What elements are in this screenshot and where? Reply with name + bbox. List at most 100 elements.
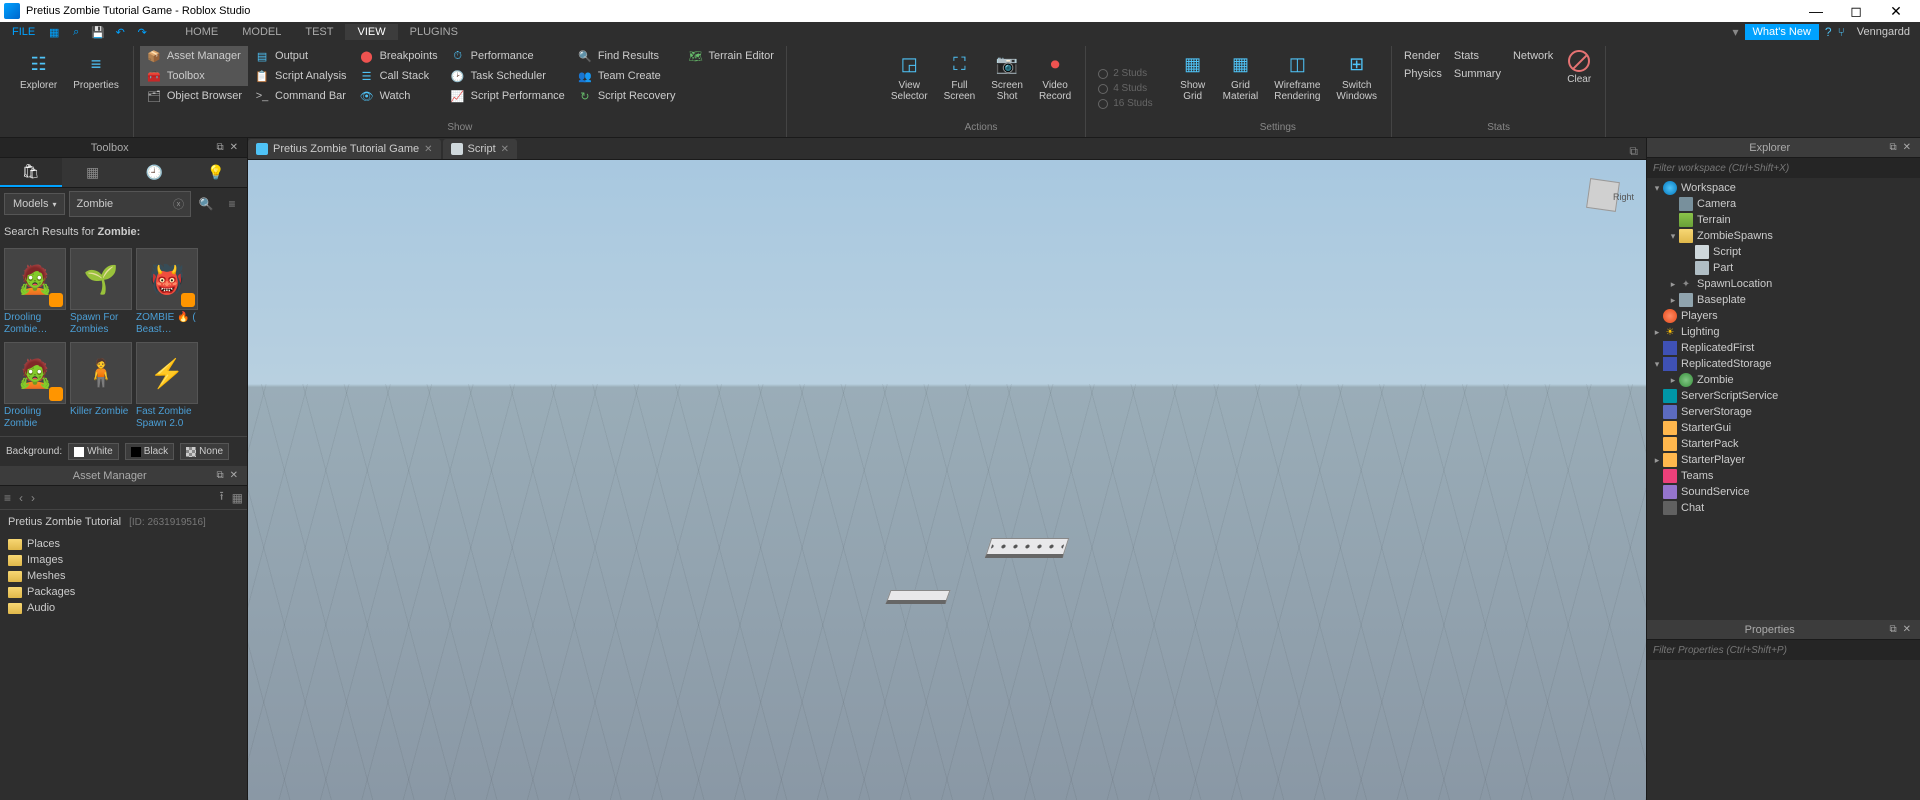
stats-physics[interactable]: Physics — [1404, 68, 1442, 80]
undock-icon[interactable]: ⧉ — [1886, 142, 1899, 153]
toolbox-category-dropdown[interactable]: Models▾ — [4, 193, 65, 215]
tree-node-starterplayer[interactable]: ▸StarterPlayer — [1647, 452, 1920, 468]
ribbon-team-create[interactable]: 👥Team Create — [571, 66, 682, 86]
tree-node-terrain[interactable]: Terrain — [1647, 212, 1920, 228]
ribbon-script-recovery[interactable]: ↻Script Recovery — [571, 86, 682, 106]
toolbox-item[interactable]: 🧟Drooling Zombie — [4, 342, 66, 432]
am-folder-images[interactable]: Images — [6, 552, 241, 568]
am-grid-icon[interactable]: ▦ — [232, 491, 243, 505]
ribbon-object-browser[interactable]: 🗂Object Browser — [140, 86, 248, 106]
toolbox-tab-marketplace[interactable]: 🛍 — [0, 158, 62, 187]
toolbox-item[interactable]: ⚡Fast Zombie Spawn 2.0 — [136, 342, 198, 432]
tree-node-chat[interactable]: Chat — [1647, 500, 1920, 516]
toolbox-search-input[interactable]: Zombieⓧ — [69, 191, 191, 217]
stats-stats[interactable]: Stats — [1454, 50, 1501, 62]
ribbon-command-bar[interactable]: >_Command Bar — [248, 86, 353, 106]
toolbox-item[interactable]: 🧍Killer Zombie — [70, 342, 132, 432]
stud-16[interactable]: 16 Studs — [1092, 96, 1158, 111]
expand-arrow-icon[interactable]: ▸ — [1667, 295, 1679, 306]
open-icon[interactable]: ⌕ — [67, 24, 85, 40]
properties-filter-input[interactable]: Filter Properties (Ctrl+Shift+P) — [1647, 640, 1920, 660]
clear-button[interactable]: Clear — [1559, 46, 1599, 120]
stats-network[interactable]: Network — [1513, 50, 1553, 62]
tab-view[interactable]: VIEW — [345, 24, 397, 40]
expand-arrow-icon[interactable]: ▸ — [1667, 279, 1679, 290]
tree-node-replicatedfirst[interactable]: ReplicatedFirst — [1647, 340, 1920, 356]
tree-node-workspace[interactable]: ▾Workspace — [1647, 180, 1920, 196]
tree-node-replicatedstorage[interactable]: ▾ReplicatedStorage — [1647, 356, 1920, 372]
am-upload-icon[interactable]: ⭱ — [219, 487, 223, 508]
filter-icon[interactable]: ≡ — [221, 193, 243, 215]
viewport-part[interactable] — [885, 590, 950, 604]
toolbox-item[interactable]: 👹ZOMBIE 🔥 ( Beast… — [136, 248, 198, 338]
action-full-screen[interactable]: ⛶Full Screen — [936, 46, 984, 120]
ribbon-breakpoints[interactable]: ⬤Breakpoints — [353, 46, 444, 66]
action-screen-shot[interactable]: 📷Screen Shot — [983, 46, 1031, 120]
new-icon[interactable]: ▦ — [45, 24, 63, 40]
tree-node-soundservice[interactable]: SoundService — [1647, 484, 1920, 500]
tree-node-teams[interactable]: Teams — [1647, 468, 1920, 484]
ribbon-task-scheduler[interactable]: 🕑Task Scheduler — [444, 66, 571, 86]
toolbox-tab-inventory[interactable]: ▦ — [62, 158, 124, 187]
am-folder-meshes[interactable]: Meshes — [6, 568, 241, 584]
tree-node-players[interactable]: Players — [1647, 308, 1920, 324]
am-folder-packages[interactable]: Packages — [6, 584, 241, 600]
search-icon[interactable]: 🔍 — [195, 193, 217, 215]
file-menu[interactable]: FILE — [4, 24, 43, 40]
close-panel-icon[interactable]: ✕ — [1900, 142, 1914, 153]
viewport-3d[interactable]: Right — [248, 160, 1646, 800]
setting-show-grid[interactable]: ▦Show Grid — [1171, 46, 1215, 120]
save-icon[interactable]: 💾 — [89, 24, 107, 40]
toolbox-tab-recent[interactable]: 🕘 — [124, 158, 186, 187]
toolbox-item[interactable]: 🌱Spawn For Zombies — [70, 248, 132, 338]
undock-icon[interactable]: ⧉ — [213, 470, 226, 481]
bg-black[interactable]: Black — [125, 443, 174, 460]
minimize-button[interactable]: — — [1796, 3, 1836, 19]
view-gizmo[interactable]: Right — [1578, 172, 1628, 222]
tree-node-starterpack[interactable]: StarterPack — [1647, 436, 1920, 452]
expand-arrow-icon[interactable]: ▾ — [1651, 183, 1663, 194]
ribbon-performance[interactable]: ⏱Performance — [444, 46, 571, 66]
stud-2[interactable]: 2 Studs — [1092, 66, 1158, 81]
ribbon-asset-manager[interactable]: 📦Asset Manager — [140, 46, 248, 66]
ribbon-script-analysis[interactable]: 📋Script Analysis — [248, 66, 353, 86]
username-label[interactable]: Venngardd — [1851, 24, 1916, 40]
doctab-script[interactable]: Script ✕ — [443, 139, 518, 159]
expand-arrow-icon[interactable]: ▾ — [1667, 231, 1679, 242]
setting-switch-windows[interactable]: ⊞Switch Windows — [1328, 46, 1385, 120]
explorer-button[interactable]: ☷ Explorer — [12, 46, 65, 131]
action-view-selector[interactable]: ◲View Selector — [883, 46, 936, 120]
share-icon[interactable]: ⑂ — [1838, 25, 1845, 39]
expand-arrow-icon[interactable]: ▸ — [1651, 455, 1663, 466]
undock-icon[interactable]: ⧉ — [213, 142, 226, 153]
tree-node-serverscriptservice[interactable]: ServerScriptService — [1647, 388, 1920, 404]
toolbox-tab-creations[interactable]: 💡 — [185, 158, 247, 187]
clear-search-icon[interactable]: ⓧ — [173, 196, 184, 212]
tree-node-part[interactable]: Part — [1647, 260, 1920, 276]
viewport-spawn[interactable] — [985, 538, 1069, 558]
am-fwd-icon[interactable]: › — [31, 491, 35, 505]
undock-icon[interactable]: ⧉ — [1886, 624, 1899, 635]
tab-home[interactable]: HOME — [173, 24, 230, 40]
explorer-filter-input[interactable]: Filter workspace (Ctrl+Shift+X) — [1647, 158, 1920, 178]
close-panel-icon[interactable]: ✕ — [227, 470, 241, 481]
bg-none[interactable]: None — [180, 443, 229, 460]
undo-icon[interactable]: ↶ — [111, 24, 129, 40]
ribbon-toolbox[interactable]: 🧰Toolbox — [140, 66, 248, 86]
ribbon-terrain-editor[interactable]: 🗺Terrain Editor — [681, 46, 779, 66]
am-menu-icon[interactable]: ≡ — [4, 491, 11, 505]
setting-wireframe-rendering[interactable]: ◫Wireframe Rendering — [1266, 46, 1328, 120]
asset-manager-header[interactable]: Asset Manager ⧉ ✕ — [0, 466, 247, 486]
ribbon-watch[interactable]: 👁Watch — [353, 86, 444, 106]
close-tab-icon[interactable]: ✕ — [501, 144, 509, 155]
maximize-button[interactable]: ◻ — [1836, 3, 1876, 20]
stats-render[interactable]: Render — [1404, 50, 1442, 62]
properties-header[interactable]: Properties ⧉ ✕ — [1647, 620, 1920, 640]
tab-test[interactable]: TEST — [293, 24, 345, 40]
close-panel-icon[interactable]: ✕ — [227, 142, 241, 153]
tab-plugins[interactable]: PLUGINS — [398, 24, 470, 40]
tree-node-spawnlocation[interactable]: ▸✦SpawnLocation — [1647, 276, 1920, 292]
toolbox-item[interactable]: 🧟Drooling Zombie… — [4, 248, 66, 338]
tree-node-lighting[interactable]: ▸☀Lighting — [1647, 324, 1920, 340]
expand-arrow-icon[interactable]: ▸ — [1667, 375, 1679, 386]
